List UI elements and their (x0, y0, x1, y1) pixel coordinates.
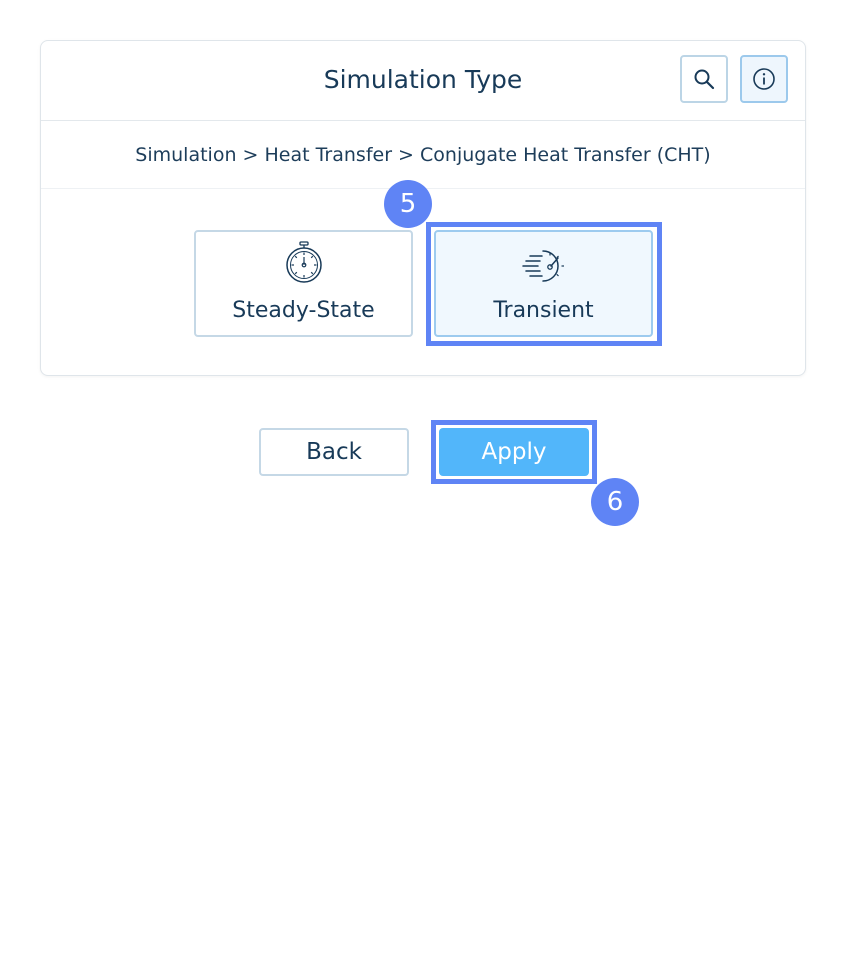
option-transient[interactable]: Transient (434, 230, 653, 337)
step-badge-5: 5 (384, 180, 432, 228)
breadcrumb: Simulation > Heat Transfer > Conjugate H… (41, 121, 805, 189)
search-icon (694, 69, 715, 90)
option-label: Transient (493, 298, 594, 323)
option-steady-state[interactable]: Steady-State (194, 230, 413, 337)
card-header: Simulation Type (41, 41, 805, 121)
option-label: Steady-State (232, 298, 375, 323)
apply-button[interactable]: Apply (439, 428, 589, 476)
search-button[interactable] (680, 55, 728, 103)
stopwatch-icon (285, 241, 322, 283)
step-badge-6: 6 (591, 478, 639, 526)
info-icon (753, 68, 775, 90)
back-button[interactable]: Back (259, 428, 409, 476)
speedometer-icon (521, 250, 564, 282)
info-button[interactable] (740, 55, 788, 103)
